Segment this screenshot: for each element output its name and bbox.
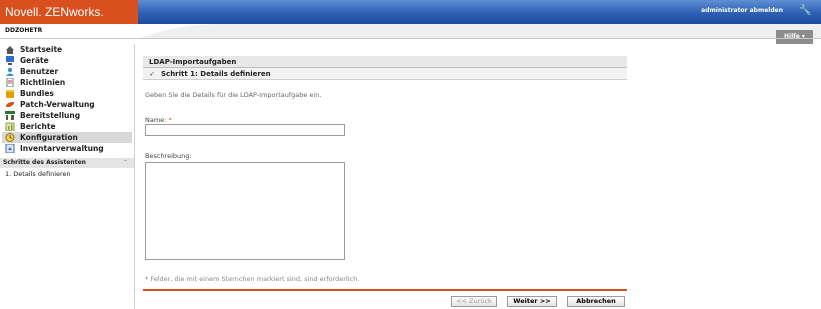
device-icon [6, 56, 14, 65]
help-menu-button[interactable]: Hilfe ▾ [776, 30, 813, 44]
description-field[interactable] [145, 162, 345, 260]
sidebar-item-label: Patch-Verwaltung [20, 100, 95, 109]
header-divider [0, 38, 821, 39]
zone-name: DDZOHETR [5, 27, 43, 34]
cancel-button[interactable]: Abbrechen [567, 296, 625, 307]
name-label: Name: * [145, 116, 172, 124]
panel-title-rule [236, 56, 627, 68]
top-bar: administrator abmelden 🔧 [138, 0, 821, 24]
home-icon [6, 46, 14, 54]
sidebar-item-label: Bereitstellung [20, 111, 81, 120]
wrench-icon[interactable]: 🔧 [799, 5, 811, 17]
step-title: Schritt 1: Details definieren [161, 70, 271, 78]
wizard-steps-title: Schritte des Assistenten [3, 159, 86, 166]
bundle-icon [6, 90, 14, 98]
required-marker: * [168, 116, 172, 124]
sidebar-item-bereitstellung[interactable]: Bereitstellung [0, 110, 134, 121]
inventory-icon [5, 144, 15, 153]
name-label-text: Name: [145, 116, 169, 124]
zone-bar: DDZOHETR [0, 24, 821, 38]
deploy-icon [5, 111, 15, 120]
sidebar-item-konfiguration[interactable]: Konfiguration [2, 132, 132, 143]
sidebar-item-label: Bundles [20, 89, 54, 98]
sidebar-item-label: Konfiguration [20, 133, 78, 142]
novell-zenworks-logo: Novell. ZENworks. [0, 0, 138, 24]
sidebar: Startseite Geräte Benutzer Richtlinien B… [0, 44, 135, 309]
intro-text: Geben Sie die Details für die LDAP-Impor… [145, 91, 322, 99]
wizard-step-item[interactable]: 1. Details definieren [0, 168, 134, 178]
description-label: Beschreibung: [145, 152, 192, 160]
sidebar-item-benutzer[interactable]: Benutzer [0, 66, 134, 77]
zone-bar-background [140, 24, 821, 38]
sidebar-item-berichte[interactable]: Berichte [0, 121, 134, 132]
config-icon [5, 133, 15, 142]
required-footnote: * Felder, die mit einem Sternchen markie… [145, 275, 360, 283]
wizard-steps-heading: Schritte des Assistenten ⌃ [0, 158, 134, 168]
sidebar-item-label: Benutzer [20, 67, 59, 76]
wizard-arrow-icon: ➶ [149, 70, 155, 78]
sidebar-item-inventarverwaltung[interactable]: Inventarverwaltung [0, 143, 134, 154]
sidebar-item-richtlinien[interactable]: Richtlinien [0, 77, 134, 88]
sidebar-item-label: Startseite [20, 45, 63, 54]
patch-icon [5, 101, 15, 108]
zone-bar-swoosh [140, 24, 821, 38]
sidebar-item-label: Berichte [20, 122, 56, 131]
step-title-row: ➶ Schritt 1: Details definieren [143, 68, 627, 80]
next-button[interactable]: Weiter >> [507, 296, 557, 307]
policy-icon [6, 78, 14, 87]
sidebar-item-bundles[interactable]: Bundles [0, 88, 134, 99]
sidebar-item-patch-verwaltung[interactable]: Patch-Verwaltung [0, 99, 134, 110]
back-button[interactable]: << Zurück [451, 296, 497, 307]
logout-link[interactable]: administrator abmelden [701, 7, 783, 14]
collapse-icon[interactable]: ⌃ [123, 158, 128, 168]
user-icon [6, 67, 14, 76]
sidebar-item-geraete[interactable]: Geräte [0, 55, 134, 66]
sidebar-item-label: Inventarverwaltung [20, 144, 104, 153]
sidebar-item-label: Richtlinien [20, 78, 66, 87]
sidebar-item-label: Geräte [20, 56, 49, 65]
name-field[interactable] [145, 124, 345, 136]
footer-divider [143, 289, 627, 291]
sidebar-item-startseite[interactable]: Startseite [0, 44, 134, 55]
report-icon [5, 122, 15, 131]
app-header: Novell. ZENworks. administrator abmelden… [0, 0, 821, 24]
